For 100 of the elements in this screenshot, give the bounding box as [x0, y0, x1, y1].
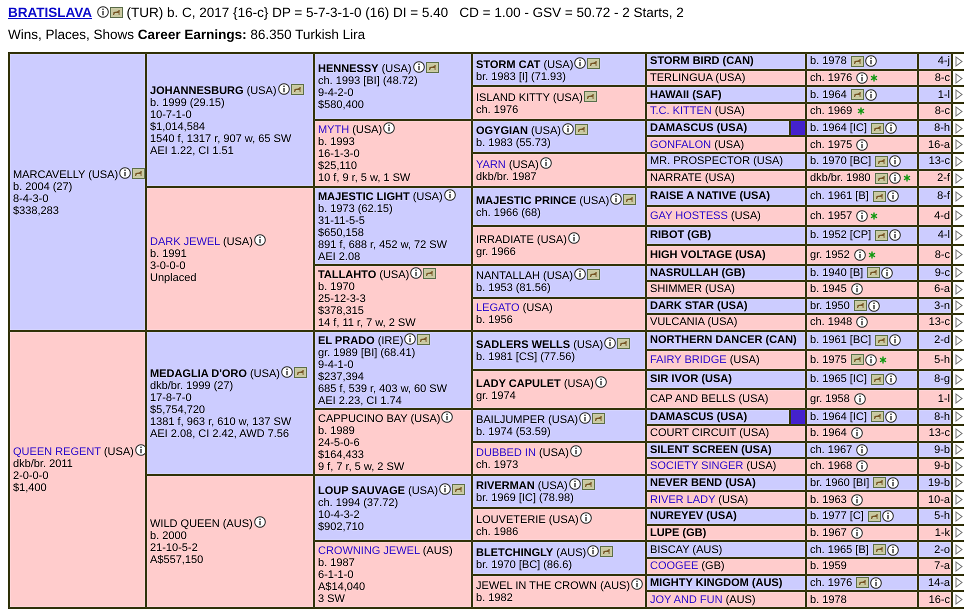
- info-icon[interactable]: [864, 354, 877, 366]
- info-icon[interactable]: [868, 300, 880, 312]
- info-icon[interactable]: [96, 6, 109, 18]
- horse-name[interactable]: QUEEN REGENT: [13, 446, 101, 458]
- triangle-icon[interactable]: [954, 249, 962, 260]
- triangle-icon[interactable]: [954, 594, 962, 606]
- photo-icon[interactable]: [623, 194, 636, 205]
- triangle-icon[interactable]: [954, 72, 962, 84]
- horse-name[interactable]: T.C. KITTEN: [650, 105, 712, 118]
- triangle-icon[interactable]: [954, 210, 962, 222]
- triangle-icon[interactable]: [954, 374, 962, 385]
- horse-name[interactable]: CROWNING JEWEL: [318, 544, 420, 557]
- photo-icon[interactable]: [584, 90, 597, 102]
- horse-name[interactable]: LEGATO: [476, 302, 520, 314]
- info-icon[interactable]: [383, 122, 396, 134]
- triangle-icon[interactable]: [954, 527, 962, 538]
- triangle-icon[interactable]: [954, 411, 962, 422]
- info-icon[interactable]: [864, 88, 877, 101]
- info-icon[interactable]: [850, 283, 863, 296]
- info-icon[interactable]: [856, 444, 868, 456]
- info-icon[interactable]: [856, 138, 868, 151]
- photo-icon[interactable]: [868, 510, 881, 522]
- photo-icon[interactable]: [290, 84, 304, 95]
- info-icon[interactable]: [404, 332, 416, 344]
- info-icon[interactable]: [856, 316, 868, 328]
- triangle-icon[interactable]: [954, 444, 962, 456]
- horse-name[interactable]: RIVER LADY: [650, 494, 716, 506]
- info-icon[interactable]: [884, 410, 897, 423]
- info-icon[interactable]: [587, 544, 600, 557]
- info-icon[interactable]: [850, 526, 863, 539]
- triangle-icon[interactable]: [954, 477, 962, 488]
- photo-icon[interactable]: [875, 230, 888, 241]
- photo-icon[interactable]: [850, 56, 864, 67]
- horse-name[interactable]: GONFALON: [650, 138, 712, 151]
- triangle-icon[interactable]: [954, 230, 962, 241]
- info-icon[interactable]: [119, 166, 132, 179]
- photo-icon[interactable]: [582, 479, 595, 490]
- info-icon[interactable]: [280, 366, 293, 378]
- photo-icon[interactable]: [600, 546, 614, 557]
- photo-icon[interactable]: [867, 267, 880, 278]
- photo-icon[interactable]: [872, 190, 886, 202]
- info-icon[interactable]: [854, 248, 866, 261]
- photo-icon[interactable]: [870, 122, 884, 134]
- info-icon[interactable]: [439, 482, 452, 495]
- info-icon[interactable]: [631, 578, 644, 590]
- photo-icon[interactable]: [856, 577, 870, 588]
- triangle-icon[interactable]: [954, 334, 962, 346]
- photo-icon[interactable]: [587, 269, 600, 280]
- info-icon[interactable]: [881, 266, 894, 279]
- photo-icon[interactable]: [875, 334, 888, 346]
- info-icon[interactable]: [568, 232, 580, 244]
- photo-icon[interactable]: [850, 89, 864, 100]
- photo-icon[interactable]: [875, 156, 888, 167]
- info-icon[interactable]: [889, 334, 902, 346]
- info-icon[interactable]: [444, 188, 456, 200]
- info-icon[interactable]: [882, 510, 894, 522]
- triangle-icon[interactable]: [954, 300, 962, 312]
- photo-icon[interactable]: [854, 300, 867, 312]
- photo-icon[interactable]: [426, 62, 439, 74]
- photo-icon[interactable]: [110, 7, 123, 18]
- triangle-icon[interactable]: [954, 156, 962, 167]
- horse-name[interactable]: JOY AND FUN: [650, 594, 723, 606]
- info-icon[interactable]: [594, 376, 607, 388]
- photo-icon[interactable]: [872, 544, 886, 556]
- triangle-icon[interactable]: [954, 316, 962, 328]
- triangle-icon[interactable]: [954, 139, 962, 150]
- info-icon[interactable]: [854, 392, 866, 405]
- info-icon[interactable]: [410, 266, 422, 278]
- info-icon[interactable]: [254, 516, 266, 528]
- photo-icon[interactable]: [850, 354, 864, 366]
- triangle-icon[interactable]: [954, 510, 962, 522]
- info-icon[interactable]: [850, 494, 863, 506]
- triangle-icon[interactable]: [954, 122, 962, 134]
- info-icon[interactable]: [886, 190, 899, 202]
- photo-icon[interactable]: [592, 413, 606, 424]
- triangle-icon[interactable]: [954, 56, 962, 67]
- info-icon[interactable]: [884, 122, 897, 134]
- info-icon[interactable]: [579, 412, 592, 424]
- info-icon[interactable]: [604, 337, 616, 349]
- horse-name-link[interactable]: BRATISLAVA: [8, 5, 92, 20]
- info-icon[interactable]: [580, 512, 592, 524]
- triangle-icon[interactable]: [954, 428, 962, 439]
- triangle-icon[interactable]: [954, 284, 962, 295]
- info-icon[interactable]: [870, 576, 882, 589]
- info-icon[interactable]: [441, 410, 454, 422]
- info-icon[interactable]: [610, 193, 622, 205]
- triangle-icon[interactable]: [954, 560, 962, 572]
- horse-name[interactable]: DARK JEWEL: [150, 236, 220, 248]
- info-icon[interactable]: [540, 156, 552, 169]
- info-icon[interactable]: [278, 82, 290, 95]
- info-icon[interactable]: [887, 476, 900, 489]
- photo-icon[interactable]: [417, 334, 430, 344]
- info-icon[interactable]: [856, 210, 868, 222]
- horse-name[interactable]: YARN: [476, 158, 506, 171]
- triangle-icon[interactable]: [954, 89, 962, 100]
- photo-icon[interactable]: [587, 58, 600, 69]
- photo-icon[interactable]: [617, 338, 630, 349]
- photo-icon[interactable]: [132, 168, 146, 179]
- info-icon[interactable]: [889, 155, 902, 168]
- triangle-icon[interactable]: [954, 544, 962, 556]
